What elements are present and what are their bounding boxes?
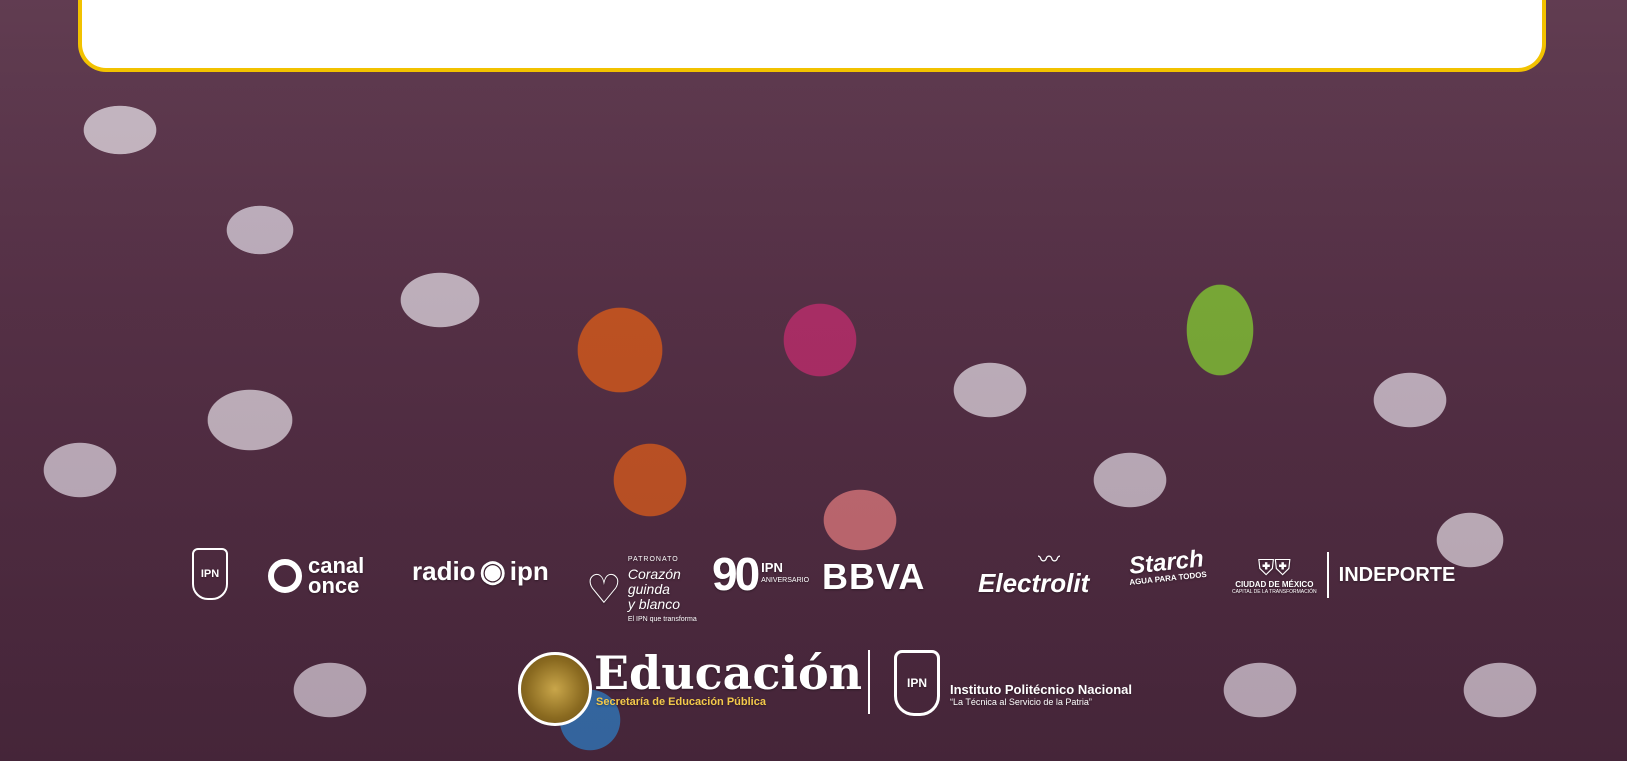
bbva-logo: BBVA [822, 556, 925, 598]
radio-ipn-suffix: ipn [509, 556, 549, 586]
ipn-full-name: Instituto Politécnico Nacional [950, 681, 1133, 697]
corazon-tag: El IPN que transforma [627, 616, 697, 623]
electrolit-label: Electrolit [978, 568, 1090, 598]
educacion-label: Educación [594, 646, 863, 700]
indeporte-label: INDEPORTE [1338, 563, 1456, 586]
heart-icon: ♡ [586, 567, 622, 612]
electrolit-swoosh-icon: 〰 [1038, 547, 1061, 572]
ipn-90-sub: ANIVERSARIO [761, 577, 810, 584]
canal-once-label: canal once [308, 553, 365, 598]
corazon-line1: Corazón [627, 566, 681, 582]
ipn-motto: “La Técnica al Servicio de la Patria” [950, 696, 1092, 707]
sep-ipn-divider [868, 650, 870, 714]
sep-seal-logo [518, 652, 592, 726]
cdmx-indeporte-logo: ⛨⛨ CIUDAD DE MÉXICO CAPITAL DE LA TRANSF… [1232, 552, 1455, 598]
cdmx-divider [1326, 552, 1329, 598]
ipn-90-logo: 90 IPN ANIVERSARIO [712, 548, 810, 600]
radio-ipn-logo: radio ◉ ipn [412, 554, 549, 589]
electrolit-logo: 〰 Electrolit [978, 547, 1090, 599]
corazon-line2: guinda [627, 581, 670, 597]
educacion-sub: Secretaría de Educación Pública [596, 696, 766, 708]
canal-once-ring-icon [268, 559, 302, 593]
bbva-label: BBVA [822, 556, 926, 597]
corazon-patronato: PATRONATO [627, 556, 679, 563]
national-seal-icon [518, 652, 592, 726]
cdmx-tag: CAPITAL DE LA TRANSFORMACIÓN [1232, 588, 1317, 595]
corazon-line3: y blanco [627, 596, 681, 612]
corazon-guinda-logo: ♡ PATRONATO Corazón guinda y blanco El I… [586, 552, 697, 627]
ipn-shield-icon: IPN [192, 548, 228, 600]
cdmx-emblem-icon: ⛨⛨ [1257, 554, 1291, 580]
ipn-emblem-icon: IPN [894, 650, 940, 716]
content-card [78, 0, 1546, 72]
radio-label: radio [412, 556, 476, 586]
canal-once-logo: canal once [268, 553, 365, 598]
educacion-logo: Educación Secretaría de Educación Públic… [594, 650, 862, 708]
ipn-90-label: IPN [761, 560, 783, 575]
ipn-institute-logo: IPN Instituto Politécnico Nacional “La T… [894, 650, 1132, 716]
radio-wave-icon: ◉ [479, 555, 506, 588]
ipn-logo: IPN [192, 548, 228, 600]
ipn-90-number: 90 [712, 548, 760, 600]
cdmx-name: CIUDAD DE MÉXICO [1235, 579, 1314, 589]
